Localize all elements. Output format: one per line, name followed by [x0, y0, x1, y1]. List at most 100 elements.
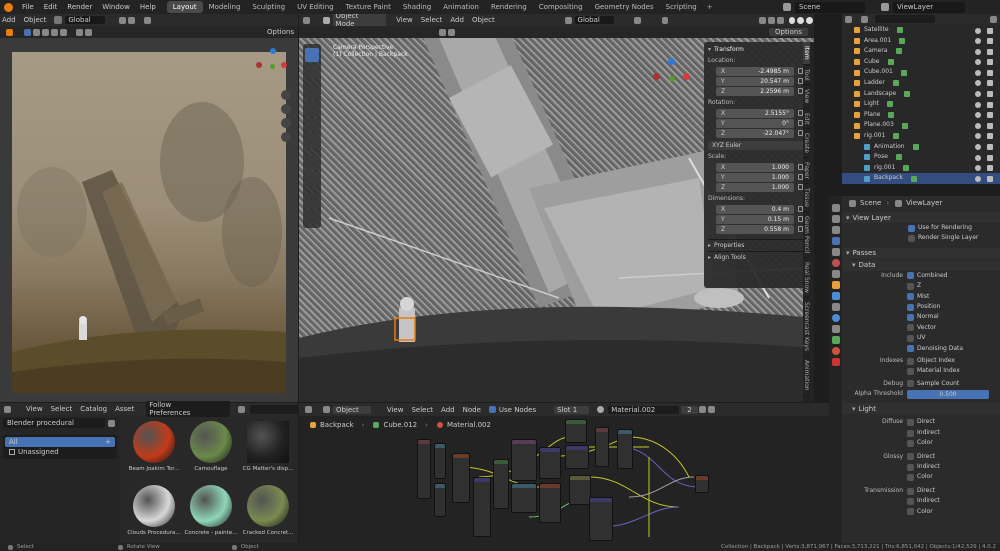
mode-icon[interactable] — [322, 16, 330, 24]
light-pass-checkbox[interactable] — [907, 474, 914, 482]
light-pass-checkbox[interactable] — [907, 508, 914, 516]
location-z-field[interactable]: Z 2.2596 m — [716, 86, 794, 96]
scene-tab-icon[interactable] — [831, 248, 840, 256]
render-camera-icon[interactable] — [987, 38, 993, 45]
visibility-eye-icon[interactable] — [975, 133, 981, 140]
visibility-eye-icon[interactable] — [975, 80, 981, 87]
rotate-tool-icon[interactable] — [305, 102, 319, 116]
light-pass-checkbox[interactable] — [907, 487, 914, 495]
overlay-icon[interactable] — [76, 28, 83, 36]
render-camera-icon[interactable] — [987, 112, 993, 119]
viewport-menu-object[interactable]: Object — [472, 16, 495, 24]
display-mode-icon[interactable] — [448, 28, 455, 36]
shader-node[interactable] — [473, 477, 491, 537]
pan-hand-icon[interactable] — [281, 104, 291, 114]
menu-edit[interactable]: Edit — [44, 3, 58, 11]
render-camera-icon[interactable] — [987, 91, 993, 98]
proportional-icon[interactable] — [143, 16, 151, 24]
modifier-tab-icon[interactable] — [831, 292, 840, 300]
outliner-item[interactable]: Animation — [842, 142, 1000, 153]
zoom-icon[interactable] — [281, 90, 291, 100]
shader-node[interactable] — [434, 483, 446, 517]
gizmo-toggle-icon[interactable] — [768, 16, 775, 24]
visibility-eye-icon[interactable] — [975, 69, 981, 76]
menu-file[interactable]: File — [22, 3, 34, 11]
dimensions-x-field[interactable]: X 0.4 m — [716, 204, 794, 214]
orientation-select[interactable]: Global — [65, 16, 105, 24]
shader-node[interactable] — [589, 497, 613, 541]
n-panel-tab-real-snow[interactable]: Real Snow — [803, 258, 810, 299]
visibility-eye-icon[interactable] — [975, 154, 981, 161]
node-menu-node[interactable]: Node — [463, 406, 481, 414]
properties-panel-header[interactable]: Properties — [714, 242, 744, 249]
pass-uv-checkbox[interactable] — [907, 334, 914, 342]
material-select[interactable]: Material.002 — [608, 405, 680, 414]
render-camera-icon[interactable] — [987, 122, 993, 129]
outliner-item[interactable]: Backpack — [842, 173, 1000, 184]
visibility-eye-icon[interactable] — [975, 48, 981, 55]
render-camera-icon[interactable] — [987, 165, 993, 172]
use-nodes-checkbox[interactable] — [488, 406, 496, 413]
workspace-tab-modeling[interactable]: Modeling — [203, 1, 247, 13]
shader-node[interactable] — [565, 445, 589, 469]
light-pass-checkbox[interactable] — [907, 439, 914, 447]
render-camera-icon[interactable] — [987, 144, 993, 151]
sample-tool-icon[interactable] — [305, 210, 319, 224]
asset-menu-asset[interactable]: Asset — [115, 405, 134, 413]
n-panel-tab-item[interactable]: Item — [803, 42, 810, 65]
shader-node[interactable] — [511, 483, 537, 513]
data-subsection[interactable]: Data — [859, 261, 876, 269]
location-x-field[interactable]: X -2.4985 m — [716, 66, 794, 76]
visibility-eye-icon[interactable] — [975, 165, 981, 172]
output-tab-icon[interactable] — [831, 226, 840, 234]
visibility-eye-icon[interactable] — [975, 122, 981, 129]
render-camera-icon[interactable] — [987, 101, 993, 108]
asset-item[interactable]: Clouds Procedura... — [126, 483, 182, 545]
node-menu-select[interactable]: Select — [411, 406, 433, 414]
pass-denoising-data-checkbox[interactable] — [907, 345, 914, 353]
outliner-item[interactable]: Plane.003 — [842, 120, 1000, 131]
render-single-layer-checkbox[interactable] — [908, 235, 915, 243]
object-menu[interactable]: Object — [24, 16, 47, 24]
menu-render[interactable]: Render — [67, 3, 92, 11]
passes-section[interactable]: Passes — [853, 249, 876, 257]
catalog-unassigned[interactable]: Unassigned — [5, 447, 115, 457]
light-pass-checkbox[interactable] — [907, 419, 914, 427]
object-tab-icon[interactable] — [831, 281, 840, 289]
scale-tool-icon[interactable] — [305, 118, 319, 132]
workspace-tab-animation[interactable]: Animation — [437, 1, 485, 13]
shader-node[interactable] — [539, 447, 561, 479]
node-editor[interactable]: Object View Select Add Node Use Nodes Sl… — [299, 403, 829, 543]
light-pass-checkbox[interactable] — [907, 453, 914, 461]
shader-node[interactable] — [511, 439, 537, 481]
rotation-x-field[interactable]: X 2.5155° — [716, 108, 794, 118]
visibility-eye-icon[interactable] — [975, 91, 981, 98]
shading-wire-icon[interactable] — [788, 16, 796, 24]
scale-z-field[interactable]: Z 1.000 — [716, 182, 794, 192]
rotation-y-field[interactable]: Y 0° — [716, 118, 794, 128]
shader-node[interactable] — [434, 443, 446, 479]
ortho-toggle-icon[interactable] — [281, 132, 291, 142]
transform-orientation-icon[interactable] — [54, 16, 63, 24]
outliner-item[interactable]: Cube — [842, 57, 1000, 68]
shader-node[interactable] — [493, 459, 509, 509]
data-tab-icon[interactable] — [831, 336, 840, 344]
n-panel-tab-edit[interactable]: Edit — [803, 109, 810, 130]
workspace-tab-shading[interactable]: Shading — [397, 1, 437, 13]
unlink-icon[interactable] — [707, 406, 715, 413]
shader-node[interactable] — [452, 453, 470, 503]
refresh-icon[interactable] — [108, 419, 115, 427]
navigation-gizmo[interactable] — [254, 48, 290, 84]
render-camera-icon[interactable] — [987, 175, 993, 182]
use-for-rendering-checkbox[interactable] — [908, 224, 915, 232]
outliner-item[interactable]: Light — [842, 99, 1000, 110]
proportional-edit-icon[interactable] — [661, 16, 669, 24]
tool-tab-icon[interactable] — [831, 204, 840, 212]
outliner-editor-icon[interactable] — [845, 15, 852, 23]
pass-position-checkbox[interactable] — [907, 303, 914, 311]
pass-z-checkbox[interactable] — [907, 282, 914, 290]
sample-count-checkbox[interactable] — [907, 380, 914, 388]
light-pass-checkbox[interactable] — [907, 497, 914, 505]
visibility-eye-icon[interactable] — [975, 27, 981, 34]
shader-node[interactable] — [695, 475, 709, 493]
